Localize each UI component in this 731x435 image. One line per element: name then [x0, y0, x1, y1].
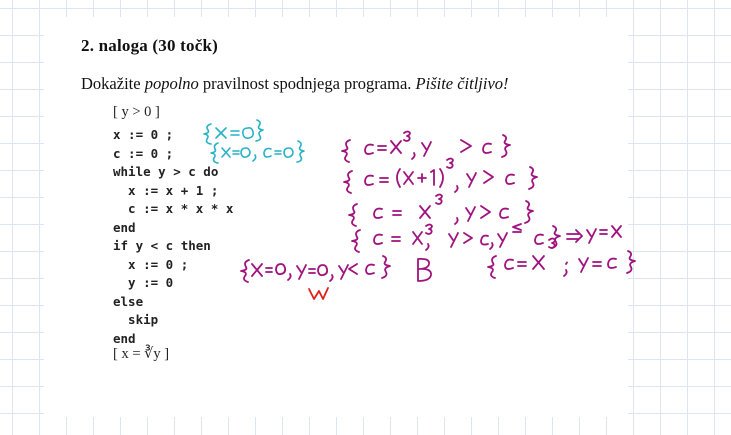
handwritten-assert-x0: [203, 119, 264, 145]
handwritten-invariant-1: [341, 130, 511, 163]
handwritten-invariant-4: [351, 223, 622, 253]
handwriting-layer: [203, 119, 636, 300]
handwritten-else-branch: [417, 257, 432, 282]
handwritten-invariant-2: [343, 157, 538, 194]
handwritten-post-branch: [487, 237, 636, 279]
handwritten-assert-x0-c0: [210, 140, 305, 164]
handwritten-if-branch: [240, 255, 391, 283]
handwritten-check-mark: [308, 287, 329, 300]
handwritten-invariant-3: [348, 193, 534, 227]
